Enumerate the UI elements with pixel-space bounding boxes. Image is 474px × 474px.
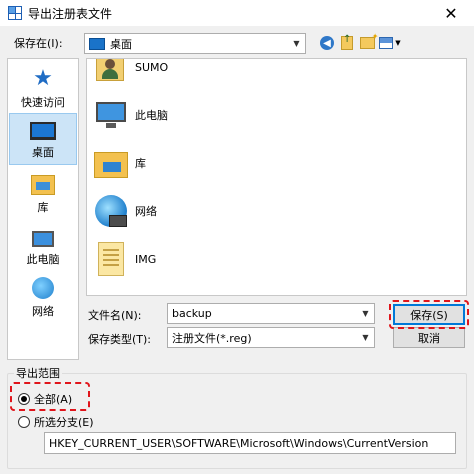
view-icon bbox=[379, 37, 394, 49]
up-folder-button[interactable] bbox=[338, 34, 356, 51]
file-type-dropdown[interactable]: 注册文件(*.reg) ▼ bbox=[167, 327, 375, 348]
list-item[interactable]: SUMO bbox=[93, 59, 169, 89]
export-registry-dialog: 导出注册表文件 ✕ 保存在(I): 桌面 ▼ ◀ ▼ ★ 快速访问 桌面 库 此… bbox=[0, 0, 474, 474]
close-icon: ✕ bbox=[444, 3, 458, 23]
back-button[interactable]: ◀ bbox=[318, 35, 336, 51]
network-icon bbox=[95, 195, 127, 227]
branch-path-field[interactable]: HKEY_CURRENT_USER\SOFTWARE\Microsoft\Win… bbox=[44, 432, 456, 454]
chevron-down-icon[interactable]: ▼ bbox=[357, 304, 374, 323]
file-name: SUMO bbox=[135, 60, 169, 74]
list-item[interactable]: 库 bbox=[93, 141, 146, 185]
file-type-label: 保存类型(T): bbox=[88, 333, 152, 346]
place-quick-access[interactable]: ★ 快速访问 bbox=[9, 62, 77, 114]
place-desktop[interactable]: 桌面 bbox=[9, 113, 77, 165]
place-this-pc[interactable]: 此电脑 bbox=[9, 219, 77, 271]
library-icon bbox=[94, 148, 128, 178]
radio-button[interactable] bbox=[18, 416, 30, 428]
save-in-row: 保存在(I): 桌面 ▼ ◀ ▼ bbox=[0, 28, 474, 56]
quick-access-icon: ★ bbox=[33, 66, 53, 91]
title-bar: 导出注册表文件 ✕ bbox=[0, 0, 474, 26]
place-library[interactable]: 库 bbox=[9, 167, 77, 219]
radio-selected-label: 所选分支(E) bbox=[34, 416, 94, 429]
place-label: 快速访问 bbox=[21, 96, 65, 109]
up-folder-icon bbox=[341, 34, 353, 50]
registry-app-icon bbox=[8, 6, 22, 20]
back-arrow-icon: ◀ bbox=[320, 36, 334, 50]
user-folder-icon bbox=[96, 59, 126, 83]
save-button-highlight bbox=[389, 300, 469, 329]
chevron-down-icon: ▼ bbox=[362, 333, 369, 342]
radio-selected-branch[interactable]: 所选分支(E) bbox=[18, 414, 94, 430]
folder-icon bbox=[94, 292, 128, 295]
this-pc-icon bbox=[32, 231, 54, 247]
file-name-field[interactable]: backup ▼ bbox=[167, 303, 375, 324]
places-bar: ★ 快速访问 桌面 库 此电脑 网络 bbox=[7, 58, 79, 360]
chevron-down-icon: ▼ bbox=[293, 39, 300, 48]
file-type-value: 注册文件(*.reg) bbox=[172, 331, 252, 345]
new-folder-button[interactable] bbox=[358, 32, 379, 51]
file-name-value: backup bbox=[172, 307, 212, 320]
list-item[interactable]: IMG bbox=[93, 237, 156, 281]
file-name: 库 bbox=[135, 157, 146, 170]
file-name: 此电脑 bbox=[135, 109, 168, 122]
new-folder-icon bbox=[359, 32, 379, 49]
view-menu-button[interactable]: ▼ bbox=[378, 35, 402, 51]
network-icon bbox=[32, 277, 54, 299]
file-name: IMG bbox=[135, 252, 157, 266]
list-item[interactable] bbox=[93, 285, 135, 295]
save-in-label: 保存在(I): bbox=[14, 37, 63, 50]
place-label: 桌面 bbox=[32, 146, 54, 159]
file-list[interactable]: SUMO 此电脑 库 网络 IMG bbox=[86, 58, 467, 296]
document-folder-icon bbox=[98, 242, 124, 276]
window-title: 导出注册表文件 bbox=[28, 6, 113, 21]
library-icon bbox=[31, 175, 55, 195]
close-button[interactable]: ✕ bbox=[428, 0, 474, 26]
this-pc-icon bbox=[94, 100, 128, 130]
save-in-value: 桌面 bbox=[110, 37, 132, 51]
file-name: 网络 bbox=[135, 205, 157, 218]
list-item[interactable]: 网络 bbox=[93, 189, 157, 233]
chevron-down-icon: ▼ bbox=[395, 39, 401, 47]
desktop-icon bbox=[30, 122, 56, 140]
export-range-title: 导出范围 bbox=[14, 365, 62, 381]
place-network[interactable]: 网络 bbox=[9, 271, 77, 323]
place-label: 库 bbox=[37, 201, 49, 214]
cancel-button[interactable]: 取消 bbox=[393, 327, 465, 348]
place-label: 网络 bbox=[32, 305, 54, 318]
desktop-icon bbox=[89, 37, 105, 50]
file-name-label: 文件名(N): bbox=[88, 309, 142, 322]
list-item[interactable]: 此电脑 bbox=[93, 93, 168, 137]
radio-all-highlight bbox=[10, 382, 90, 411]
save-in-dropdown[interactable]: 桌面 ▼ bbox=[84, 33, 306, 54]
branch-path-value: HKEY_CURRENT_USER\SOFTWARE\Microsoft\Win… bbox=[49, 436, 429, 450]
place-label: 此电脑 bbox=[26, 253, 60, 266]
